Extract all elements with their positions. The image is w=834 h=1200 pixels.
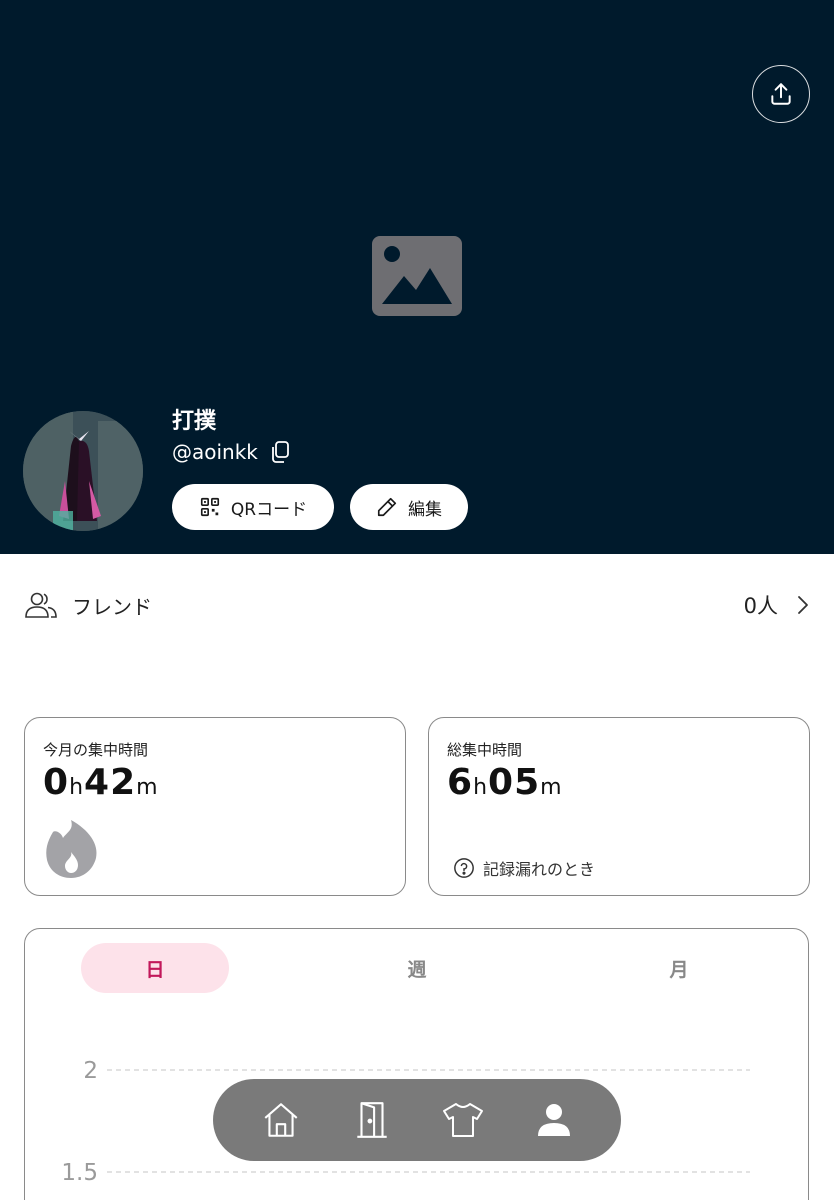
help-circle-icon xyxy=(454,858,474,878)
cover-image-placeholder-icon[interactable] xyxy=(372,236,462,316)
edit-label: 編集 xyxy=(408,499,442,520)
avatar[interactable] xyxy=(23,411,143,531)
profile-name: 打撲 xyxy=(172,409,217,434)
edit-profile-button[interactable]: 編集 xyxy=(350,484,468,530)
monthly-focus-title: 今月の集中時間 xyxy=(43,741,149,759)
total-focus-value: 6h05m xyxy=(447,762,563,803)
monthly-focus-value: 0h42m xyxy=(43,762,159,803)
friends-label: フレンド xyxy=(72,594,152,619)
y-tick-label: 1.5 xyxy=(61,1160,98,1186)
y-tick-label: 2 xyxy=(83,1058,98,1084)
profile-icon xyxy=(537,1104,570,1136)
nav-room[interactable] xyxy=(342,1090,402,1150)
total-focus-card: 総集中時間 6h05m 記録漏れのとき xyxy=(428,717,810,896)
pencil-icon xyxy=(377,497,397,517)
handle-row: @aoinkk xyxy=(172,440,292,464)
nav-profile[interactable] xyxy=(524,1090,584,1150)
qr-code-button[interactable]: QRコード xyxy=(172,484,334,530)
friends-count: 0人 xyxy=(743,594,778,618)
profile-header: 打撲 @aoinkk QRコード 編集 xyxy=(0,0,834,554)
avatar-image xyxy=(23,411,143,531)
missing-record-link[interactable]: 記録漏れのとき xyxy=(453,856,595,880)
qr-code-label: QRコード xyxy=(230,499,308,520)
home-icon xyxy=(264,1103,297,1137)
nav-home[interactable] xyxy=(251,1090,311,1150)
friends-icon xyxy=(25,592,57,618)
missing-record-label: 記録漏れのとき xyxy=(483,860,596,879)
qr-code-icon xyxy=(200,497,219,517)
nav-wardrobe[interactable] xyxy=(433,1090,493,1150)
copy-icon[interactable] xyxy=(268,440,292,464)
door-icon xyxy=(356,1102,387,1138)
chevron-right-icon xyxy=(798,596,808,614)
monthly-focus-card: 今月の集中時間 0h42m xyxy=(24,717,406,896)
share-icon xyxy=(771,83,791,105)
total-focus-title: 総集中時間 xyxy=(447,741,523,759)
shirt-icon xyxy=(442,1103,483,1137)
flame-icon xyxy=(46,820,97,878)
friends-row[interactable]: フレンド 0人 xyxy=(0,580,834,630)
profile-handle: @aoinkk xyxy=(172,440,258,464)
share-button[interactable] xyxy=(752,65,810,123)
bottom-nav xyxy=(213,1079,621,1161)
